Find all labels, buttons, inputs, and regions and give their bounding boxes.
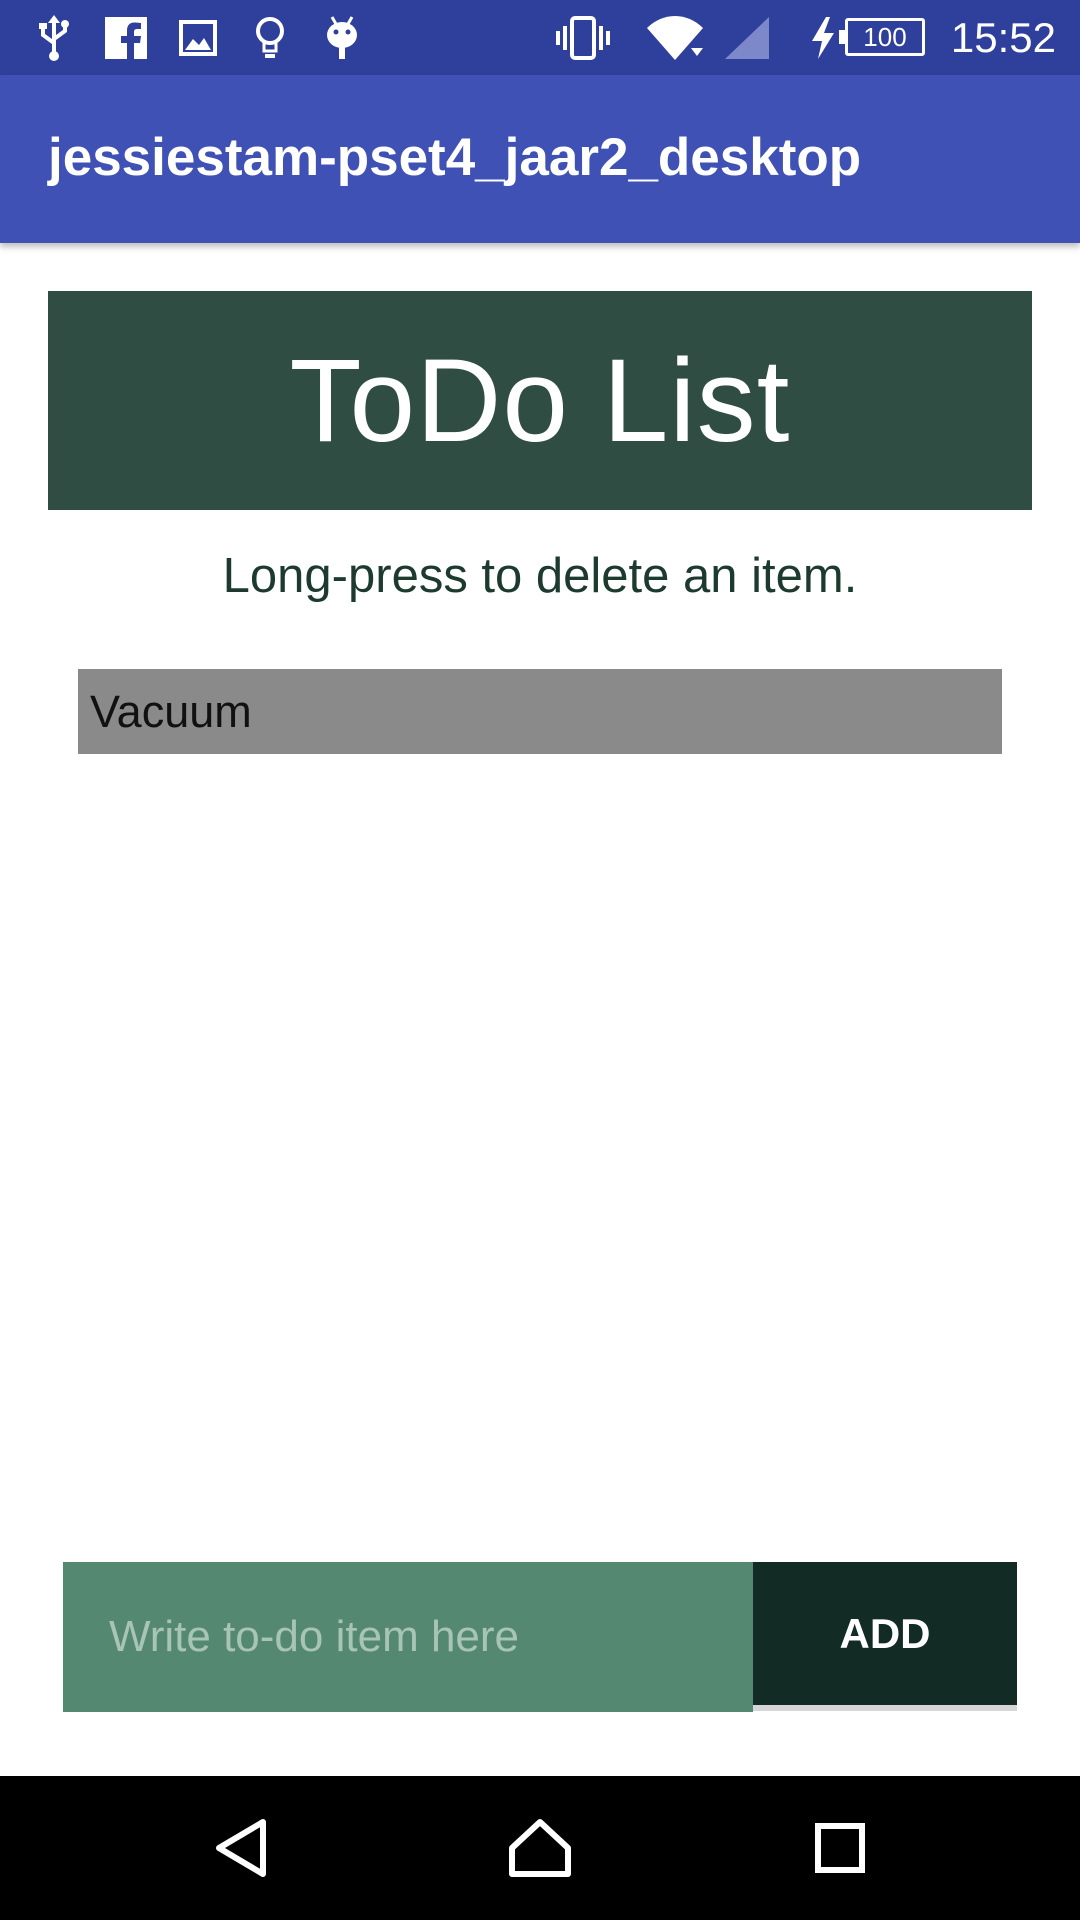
signal-icon: [722, 13, 772, 63]
wifi-icon: [645, 13, 705, 63]
delete-hint: Long-press to delete an item.: [222, 549, 858, 603]
usb-icon: [34, 13, 74, 63]
todo-list: Vacuum: [78, 669, 1002, 754]
recents-icon[interactable]: [780, 1776, 900, 1920]
navigation-bar: [0, 1776, 1080, 1920]
image-icon: [177, 13, 219, 63]
add-item-row: ADD: [63, 1562, 1017, 1712]
header-title: ToDo List: [289, 334, 791, 467]
list-item[interactable]: Vacuum: [78, 669, 1002, 754]
add-button[interactable]: ADD: [753, 1562, 1017, 1705]
screen: 100 15:52 jessiestam-pset4_jaar2_desktop…: [0, 0, 1080, 1920]
facebook-icon: [104, 13, 148, 63]
status-bar: 100 15:52: [0, 0, 1080, 75]
battery-icon: 100: [839, 18, 925, 56]
app-bar: jessiestam-pset4_jaar2_desktop: [0, 75, 1080, 243]
lightbulb-icon: [250, 13, 290, 63]
app-title: jessiestam-pset4_jaar2_desktop: [48, 128, 862, 187]
android-icon: [322, 13, 362, 63]
status-time: 15:52: [950, 14, 1056, 61]
vibrate-icon: [555, 13, 611, 63]
todo-header: ToDo List: [48, 291, 1032, 510]
home-icon[interactable]: [480, 1776, 600, 1920]
back-icon[interactable]: [181, 1776, 301, 1920]
todo-input[interactable]: [63, 1562, 753, 1712]
charging-icon: [808, 13, 838, 63]
